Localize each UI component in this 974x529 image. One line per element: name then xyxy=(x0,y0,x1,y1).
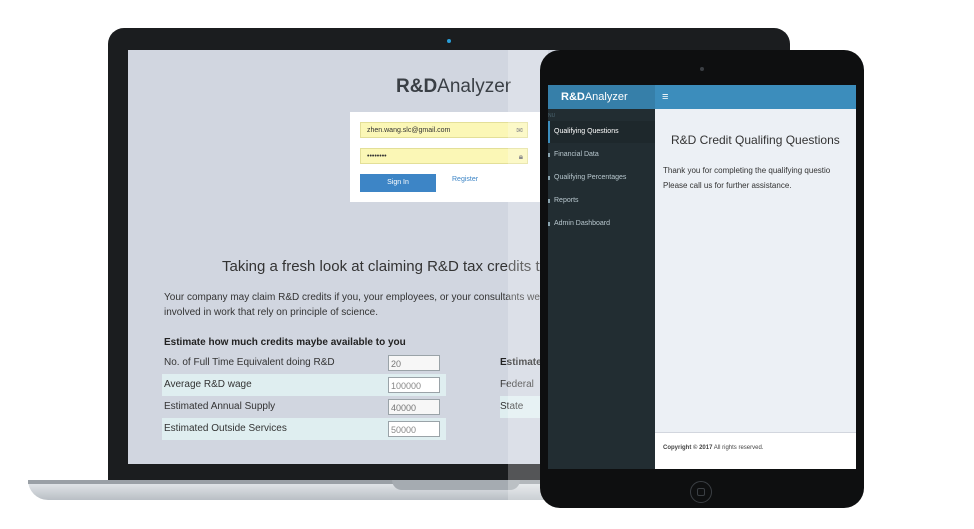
estimate-label: Estimated Outside Services xyxy=(164,423,287,434)
estimate-title: Estimate how much credits maybe availabl… xyxy=(164,337,406,348)
sidebar-item-qualifying-percentages[interactable]: Qualifying Percentages xyxy=(548,167,655,189)
estimate-label: Estimated Annual Supply xyxy=(164,401,276,412)
logo-bold-text: R&D xyxy=(396,76,438,97)
bullet-icon xyxy=(548,176,550,180)
tablet-screen: R&DAnalyzer ≡ NU Qualifying Questions Fi… xyxy=(548,85,856,469)
email-value: zhen.wang.slc@gmail.com xyxy=(367,127,451,134)
estimate-row-outside: Estimated Outside Services 50000 xyxy=(162,418,446,440)
sidebar-item-label: Admin Dashboard xyxy=(554,220,611,227)
page-message: Thank you for completing the qualifying … xyxy=(663,163,830,193)
copyright-text: Copyright © 2017 All rights reserved. xyxy=(663,445,763,451)
register-link[interactable]: Register xyxy=(452,176,478,183)
brand-text: Analyzer xyxy=(584,91,628,103)
bullet-icon xyxy=(548,222,550,226)
wage-input[interactable]: 100000 xyxy=(388,377,440,393)
fte-input[interactable]: 20 xyxy=(388,355,440,371)
bullet-icon xyxy=(548,199,550,203)
page-title: R&D Credit Qualifing Questions xyxy=(671,133,840,147)
sidebar-item-financial-data[interactable]: Financial Data xyxy=(548,144,655,166)
estimate-form: Estimate how much credits maybe availabl… xyxy=(162,334,446,440)
estimate-row-supply: Estimated Annual Supply 40000 xyxy=(162,396,446,418)
estimate-label: Average R&D wage xyxy=(164,379,252,390)
message-line-2: Please call us for further assistance. xyxy=(663,181,792,190)
sidebar: NU Qualifying Questions Financial Data Q… xyxy=(548,109,655,469)
hero-heading: Taking a fresh look at claiming R&D tax … xyxy=(222,258,548,275)
sidebar-item-label: Financial Data xyxy=(554,151,599,158)
sidebar-item-qualifying-questions[interactable]: Qualifying Questions xyxy=(548,121,655,143)
sidebar-item-label: Reports xyxy=(554,197,579,204)
message-line-1: Thank you for completing the qualifying … xyxy=(663,166,831,175)
logo-text: Analyzer xyxy=(437,76,512,97)
sign-in-button[interactable]: Sign In xyxy=(360,174,436,192)
sidebar-item-admin-dashboard[interactable]: Admin Dashboard xyxy=(548,213,655,235)
sidebar-item-reports[interactable]: Reports xyxy=(548,190,655,212)
password-field[interactable]: •••••••• 🔒︎ xyxy=(360,148,528,164)
bullet-icon xyxy=(548,153,550,157)
main-content: R&D Credit Qualifing Questions Thank you… xyxy=(655,109,856,432)
estimate-row-wage: Average R&D wage 100000 xyxy=(162,374,446,396)
top-navbar: ≡ xyxy=(655,85,856,109)
supply-input[interactable]: 40000 xyxy=(388,399,440,415)
sidebar-item-label: Qualifying Percentages xyxy=(554,174,627,181)
estimate-row-fte: No. of Full Time Equivalent doing R&D 20 xyxy=(162,352,446,374)
copyright-bold: Copyright © 2017 xyxy=(663,445,713,451)
sidebar-item-label: Qualifying Questions xyxy=(554,128,619,135)
laptop-notch xyxy=(392,480,520,490)
app-logo: R&DAnalyzer xyxy=(396,76,511,98)
estimate-label: No. of Full Time Equivalent doing R&D xyxy=(164,357,335,368)
password-value: •••••••• xyxy=(367,153,387,160)
page-footer: Copyright © 2017 All rights reserved. xyxy=(655,432,856,469)
home-button[interactable] xyxy=(690,481,712,503)
email-field[interactable]: zhen.wang.slc@gmail.com ✉ xyxy=(360,122,528,138)
tablet-camera xyxy=(700,67,704,71)
sidebar-header: NU xyxy=(548,113,556,119)
laptop-camera xyxy=(447,39,451,43)
hamburger-menu-icon[interactable]: ≡ xyxy=(662,85,668,109)
brand-bold-text: R&D xyxy=(561,91,585,103)
outside-services-input[interactable]: 50000 xyxy=(388,421,440,437)
tablet-brand-logo[interactable]: R&DAnalyzer xyxy=(548,85,655,109)
copyright-rest: All rights reserved. xyxy=(712,445,764,451)
